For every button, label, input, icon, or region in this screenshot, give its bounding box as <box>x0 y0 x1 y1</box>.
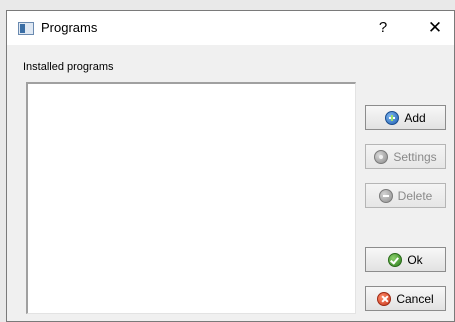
cancel-button-label: Cancel <box>396 291 434 306</box>
title-bar: Programs ? ✕ <box>7 11 454 45</box>
programs-dialog: Programs ? ✕ Installed programs Add Sett… <box>6 10 455 322</box>
window-title: Programs <box>41 20 98 35</box>
add-button[interactable]: Add <box>365 105 446 130</box>
settings-icon <box>374 149 389 164</box>
window-app-icon <box>18 22 34 35</box>
ok-button-label: Ok <box>407 252 423 267</box>
settings-button[interactable]: Settings <box>365 144 446 169</box>
add-button-label: Add <box>404 110 426 125</box>
delete-button-label: Delete <box>397 188 433 203</box>
ok-icon <box>388 252 403 267</box>
settings-button-label: Settings <box>393 149 437 164</box>
installed-programs-label: Installed programs <box>23 61 114 73</box>
cancel-button[interactable]: Cancel <box>365 286 446 311</box>
add-icon <box>385 110 400 125</box>
close-button[interactable]: ✕ <box>415 11 455 45</box>
ok-button[interactable]: Ok <box>365 247 446 272</box>
help-button[interactable]: ? <box>367 11 399 45</box>
delete-button[interactable]: Delete <box>365 183 446 208</box>
cancel-icon <box>377 291 392 306</box>
installed-programs-list[interactable] <box>26 82 356 314</box>
delete-icon <box>378 188 393 203</box>
